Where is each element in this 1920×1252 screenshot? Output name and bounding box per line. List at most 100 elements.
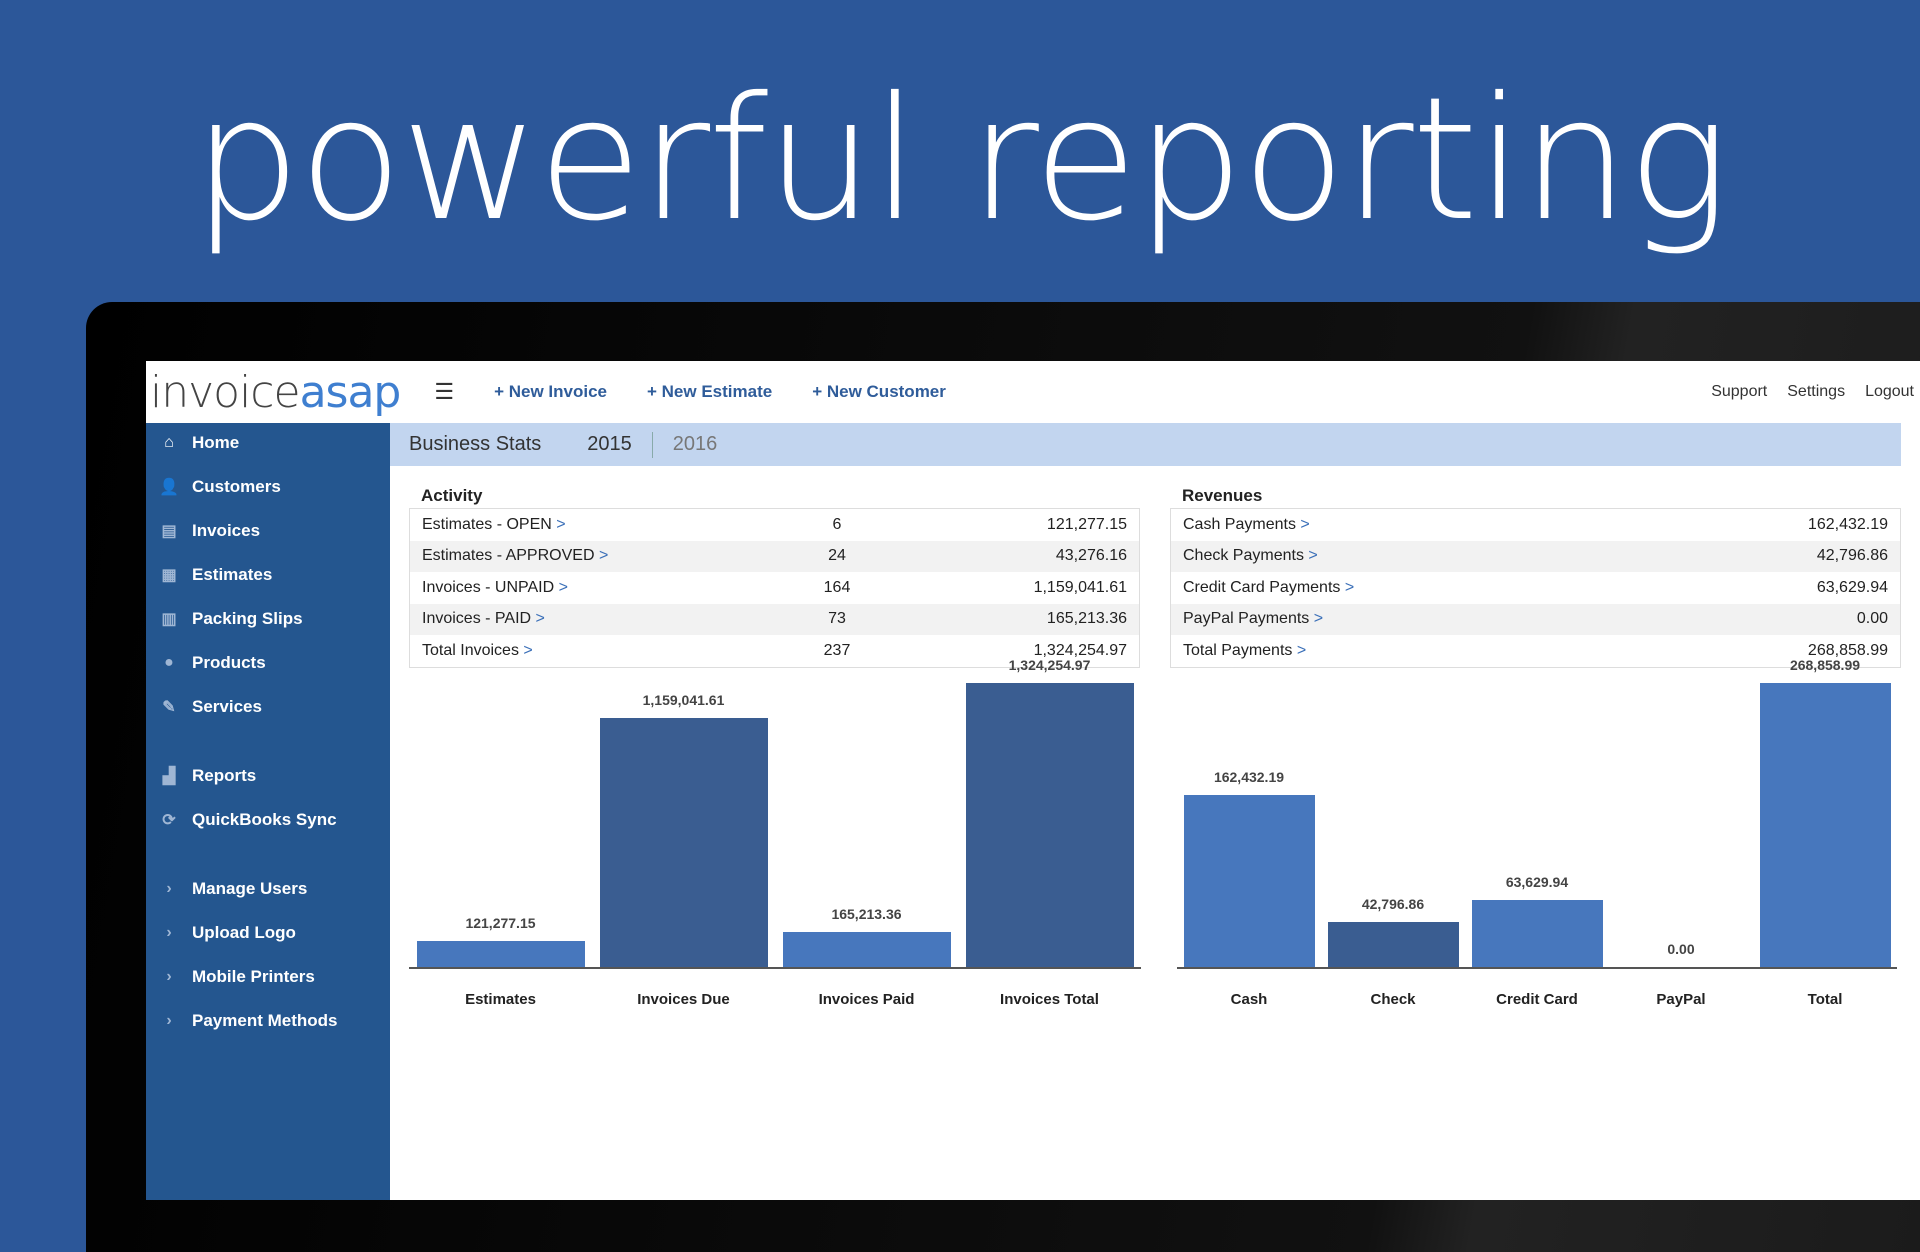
row-link[interactable]: Estimates - APPROVED > [422, 547, 777, 565]
sidebar-item-label: Services [192, 697, 262, 717]
sidebar-item-label: QuickBooks Sync [192, 810, 337, 830]
row-link[interactable]: Credit Card Payments > [1183, 579, 1658, 597]
logo-accent: asap [300, 367, 401, 418]
data-label: 63,629.94 [1452, 874, 1622, 890]
row-count: 6 [777, 516, 897, 534]
sidebar-item-label: Upload Logo [192, 923, 296, 943]
quickbooks-sync-icon: ⟳ [146, 810, 192, 830]
row-link[interactable]: PayPal Payments > [1183, 610, 1658, 628]
activity-title: Activity [421, 486, 1140, 508]
bar-total [1760, 683, 1891, 967]
x-axis [1177, 967, 1897, 969]
bar-cash [1184, 795, 1315, 967]
reports-icon: ▟ [146, 766, 192, 786]
sidebar-item-label: Manage Users [192, 879, 307, 899]
row-link[interactable]: Total Payments > [1183, 642, 1658, 660]
row-count: 237 [777, 642, 897, 660]
packing-slips-icon: ▥ [146, 609, 192, 629]
arrow-icon: > [536, 610, 545, 627]
row-link[interactable]: Total Invoices > [422, 642, 777, 660]
row-count: 73 [777, 610, 897, 628]
mobile-printers-icon: › [146, 968, 192, 986]
revenues-title: Revenues [1182, 486, 1901, 508]
row-amount: 0.00 [1658, 610, 1888, 628]
x-axis [409, 967, 1141, 969]
row-label: Total Invoices [422, 642, 519, 659]
sidebar-item-upload-logo[interactable]: ›Upload Logo [146, 915, 390, 951]
sidebar-item-label: Mobile Printers [192, 967, 315, 987]
sidebar-item-label: Reports [192, 766, 256, 786]
sidebar-item-quickbooks-sync[interactable]: ⟳QuickBooks Sync [146, 802, 390, 838]
new-estimate-button[interactable]: + New Estimate [647, 382, 772, 402]
row-label: Invoices - PAID [422, 610, 531, 627]
sidebar-item-label: Home [192, 433, 239, 453]
category-label: Estimates [416, 991, 586, 1008]
category-label: Invoices Total [965, 991, 1135, 1008]
sidebar-item-label: Packing Slips [192, 609, 303, 629]
sidebar-item-mobile-printers[interactable]: ›Mobile Printers [146, 959, 390, 995]
customers-icon: 👤 [146, 477, 192, 497]
row-count: 24 [777, 547, 897, 565]
hamburger-menu-icon[interactable]: ☰ [434, 379, 454, 405]
category-label: Invoices Paid [782, 991, 952, 1008]
table-row: Invoices - UNPAID >1641,159,041.61 [410, 572, 1139, 604]
row-amount: 43,276.16 [897, 547, 1127, 565]
revenues-chart: 162,432.19Cash42,796.86Check63,629.94Cre… [1177, 681, 1897, 1011]
data-label: 162,432.19 [1164, 769, 1334, 785]
business-stats-bar: Business Stats 2015 2016 [390, 423, 1901, 466]
arrow-icon: > [556, 516, 565, 533]
settings-link[interactable]: Settings [1787, 383, 1845, 401]
year-tab-2016[interactable]: 2016 [673, 433, 718, 456]
manage-users-icon: › [146, 880, 192, 898]
sidebar-item-label: Customers [192, 477, 281, 497]
table-row: PayPal Payments >0.00 [1171, 604, 1900, 636]
row-label: Estimates - OPEN [422, 516, 552, 533]
row-link[interactable]: Check Payments > [1183, 547, 1658, 565]
sidebar-item-home[interactable]: ⌂Home [146, 425, 390, 461]
new-customer-button[interactable]: + New Customer [812, 382, 946, 402]
sidebar-item-invoices[interactable]: ▤Invoices [146, 513, 390, 549]
row-amount: 63,629.94 [1658, 579, 1888, 597]
sidebar-item-payment-methods[interactable]: ›Payment Methods [146, 1003, 390, 1039]
logo[interactable]: invoiceasap [150, 367, 400, 418]
row-link[interactable]: Estimates - OPEN > [422, 516, 777, 534]
sidebar-item-estimates[interactable]: ▦Estimates [146, 557, 390, 593]
bar-check [1328, 922, 1459, 967]
bar-invoices-paid [783, 932, 951, 967]
sidebar-item-label: Invoices [192, 521, 260, 541]
row-label: Invoices - UNPAID [422, 579, 554, 596]
row-label: Credit Card Payments [1183, 579, 1340, 596]
data-label: 268,858.99 [1740, 657, 1910, 673]
row-label: Cash Payments [1183, 516, 1296, 533]
arrow-icon: > [523, 642, 532, 659]
table-row: Check Payments >42,796.86 [1171, 541, 1900, 573]
sidebar-item-manage-users[interactable]: ›Manage Users [146, 871, 390, 907]
sidebar-item-label: Payment Methods [192, 1011, 337, 1031]
revenues-panel: Revenues Cash Payments >162,432.19Check … [1170, 486, 1901, 668]
sidebar: ⌂Home 👤Customers ▤Invoices ▦Estimates ▥Packi… [146, 423, 390, 1200]
sidebar-item-label: Products [192, 653, 266, 673]
sidebar-item-products[interactable]: ●Products [146, 645, 390, 681]
new-invoice-button[interactable]: + New Invoice [494, 382, 607, 402]
support-link[interactable]: Support [1711, 383, 1767, 401]
row-label: Estimates - APPROVED [422, 547, 595, 564]
row-label: Total Payments [1183, 642, 1292, 659]
row-link[interactable]: Cash Payments > [1183, 516, 1658, 534]
row-link[interactable]: Invoices - PAID > [422, 610, 777, 628]
row-amount: 165,213.36 [897, 610, 1127, 628]
row-label: PayPal Payments [1183, 610, 1309, 627]
row-link[interactable]: Invoices - UNPAID > [422, 579, 777, 597]
revenues-table: Cash Payments >162,432.19Check Payments … [1170, 508, 1901, 668]
logout-link[interactable]: Logout [1865, 383, 1914, 401]
category-label: Invoices Due [599, 991, 769, 1008]
sidebar-item-label: Estimates [192, 565, 272, 585]
sidebar-item-reports[interactable]: ▟Reports [146, 758, 390, 794]
app-screen: invoiceasap ☰ + New Invoice + New Estima… [146, 361, 1920, 1200]
year-tab-2015[interactable]: 2015 [587, 433, 632, 456]
sidebar-item-services[interactable]: ✎Services [146, 689, 390, 725]
data-label: 1,324,254.97 [965, 657, 1135, 673]
sidebar-item-customers[interactable]: 👤Customers [146, 469, 390, 505]
upload-logo-icon: › [146, 924, 192, 942]
sidebar-item-packing-slips[interactable]: ▥Packing Slips [146, 601, 390, 637]
category-label: Total [1740, 991, 1910, 1008]
